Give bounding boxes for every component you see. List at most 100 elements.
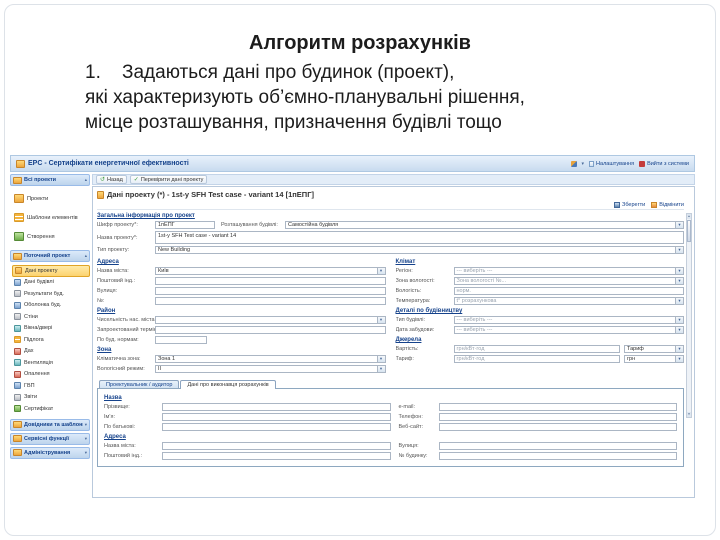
content-panel: Дані проекту (*) - 1st-y SFH Test case -… (92, 186, 695, 498)
project-type-select[interactable]: New Building (155, 246, 684, 254)
windows-doors-icon (14, 324, 21, 332)
main-toolbar: ↺ Назад ✓ Перевірити дані проекту (92, 174, 695, 185)
sidebar-item-roof[interactable]: Дах (12, 346, 90, 358)
cancel-icon (651, 201, 658, 208)
chevron-down-icon: ▾ (84, 435, 87, 441)
city-select[interactable]: Київ (155, 267, 386, 275)
project-data-icon (15, 267, 22, 275)
website-input[interactable] (438, 423, 677, 431)
street-input[interactable] (155, 287, 386, 295)
form-scrollbar[interactable]: ▴ ▾ (686, 213, 692, 418)
building-type-select[interactable]: --- виберіть --- (453, 316, 684, 324)
cancel-button[interactable]: Відмінити (651, 201, 684, 208)
cost-input[interactable]: грн/кВт·год (453, 345, 620, 353)
tariff-select[interactable]: Тариф (624, 345, 684, 353)
firstname-input[interactable] (162, 413, 391, 421)
chevron-down-icon[interactable]: ▾ (582, 161, 585, 167)
design-term-input[interactable] (155, 326, 386, 334)
slide-body: 1. Задаються дані про будинок (проект), я… (85, 60, 665, 135)
walls-icon (14, 313, 21, 321)
refresh-icon: ↺ (100, 176, 106, 183)
create-icon (14, 232, 24, 241)
project-code-input[interactable]: 1пЕПГ (155, 221, 215, 229)
sidebar-item-building-data[interactable]: Дані будівлі (12, 277, 90, 289)
check-project-button[interactable]: ✓ Перевірити дані проекту (129, 175, 208, 184)
roof-icon (14, 347, 21, 355)
settings-link[interactable]: Налаштування (589, 160, 634, 167)
sidebar-item-create[interactable]: Створення (12, 227, 90, 246)
section-construction: Деталі по будівництву (395, 308, 463, 314)
sidebar-section-admin[interactable]: Адміністрування ▾ (10, 446, 90, 459)
building-location-select[interactable]: Самостійна будівля (285, 221, 684, 229)
humidity-zone-select[interactable]: Зона вологості №... (453, 277, 684, 285)
check-icon: ✓ (133, 176, 139, 183)
sidebar-item-heating[interactable]: Опалення (12, 369, 90, 381)
folder-icon (13, 435, 22, 442)
humidity-mode-select[interactable]: ІІ (155, 365, 386, 373)
app-logo-icon (16, 159, 25, 168)
region-select[interactable]: --- виберіть --- (453, 267, 684, 275)
building-number-input[interactable] (155, 297, 386, 305)
sidebar-item-floor[interactable]: Підлога (12, 334, 90, 346)
list-number: 1. (85, 62, 101, 83)
chevron-down-icon: ▾ (84, 449, 87, 455)
slide-line-3: місце розташування, призначення будівлі … (85, 112, 502, 133)
sidebar-item-templates[interactable]: Шаблони елементів (12, 208, 90, 227)
sidebar-item-reports[interactable]: Звіти (12, 392, 90, 404)
results-icon (14, 290, 21, 298)
person-house-input[interactable] (438, 452, 677, 460)
sidebar-item-dhw[interactable]: ГВП (12, 380, 90, 392)
section-zone: Зона (97, 347, 112, 353)
humidity-input[interactable]: норм. (453, 287, 684, 295)
person-city-input[interactable] (162, 442, 391, 450)
patronymic-input[interactable] (162, 423, 391, 431)
sidebar-section-current-project[interactable]: Поточний проект ▴ (10, 250, 90, 262)
app-title: EPC - Сертифікати енергетичної ефективно… (28, 160, 189, 167)
tariff-unit-input[interactable]: грн/кВт·год (453, 355, 620, 363)
phone-input[interactable] (438, 413, 677, 421)
folder-icon (13, 449, 22, 456)
climate-zone-select[interactable]: Зона 1 (155, 355, 386, 363)
construction-date-select[interactable]: --- виберіть --- (453, 326, 684, 334)
project-name-input[interactable]: 1st-y SFH Test case - variant 14 (155, 231, 684, 244)
section-sources: Джерела (395, 337, 422, 343)
dhw-icon (14, 382, 21, 390)
building-data-icon (14, 278, 21, 286)
back-button[interactable]: ↺ Назад (96, 175, 127, 184)
sidebar-item-windows-doors[interactable]: Вікна/двері (12, 323, 90, 335)
sidebar-item-building-results[interactable]: Результати буд. (12, 288, 90, 300)
population-select[interactable] (155, 316, 386, 324)
person-panel: Назва Прізвище: e-mail: Ім’я: Телефон: П… (97, 388, 684, 467)
surname-input[interactable] (162, 403, 391, 411)
sidebar-item-project-data[interactable]: Дані проекту (12, 265, 90, 277)
building-norms-input[interactable] (155, 336, 207, 344)
chevron-up-icon: ▴ (84, 177, 87, 182)
sidebar-section-all-projects[interactable]: Всі проекти ▴ (10, 174, 90, 186)
scroll-up-icon[interactable]: ▴ (687, 214, 691, 219)
theme-icon[interactable] (570, 160, 577, 167)
scroll-down-icon[interactable]: ▾ (687, 412, 691, 417)
certificate-icon (14, 405, 21, 413)
slide-line-2: які характеризують об’ємно-планувальні р… (85, 87, 525, 108)
sidebar-item-walls[interactable]: Стіни (12, 311, 90, 323)
save-button[interactable]: Зберегти (614, 201, 645, 208)
sidebar-item-certificate[interactable]: Сертифікат (12, 403, 90, 415)
folder-icon (13, 176, 22, 184)
sidebar-section-service[interactable]: Сервісні функції ▾ (10, 432, 90, 445)
reports-icon (14, 393, 21, 401)
sidebar-section-directories[interactable]: Довідники та шаблони ▾ (10, 418, 90, 431)
person-postal-input[interactable] (162, 452, 391, 460)
sidebar-item-envelope[interactable]: Оболонка буд. (12, 300, 90, 312)
email-input[interactable] (438, 403, 677, 411)
currency-select[interactable]: грн (624, 355, 684, 363)
scrollbar-thumb[interactable] (687, 220, 691, 242)
sidebar-item-ventilation[interactable]: Вентиляція (12, 357, 90, 369)
temperature-select[interactable]: t° розрахункова (453, 297, 684, 305)
section-address: Адреса (97, 259, 119, 265)
postal-input[interactable] (155, 277, 386, 285)
sidebar-item-projects[interactable]: Проекти (12, 189, 90, 208)
tab-executor-data[interactable]: Дані про виконавця розрахунків (180, 380, 276, 389)
project-doc-icon (97, 190, 104, 199)
logout-link[interactable]: Вийти з системи (639, 160, 689, 167)
person-street-input[interactable] (438, 442, 677, 450)
